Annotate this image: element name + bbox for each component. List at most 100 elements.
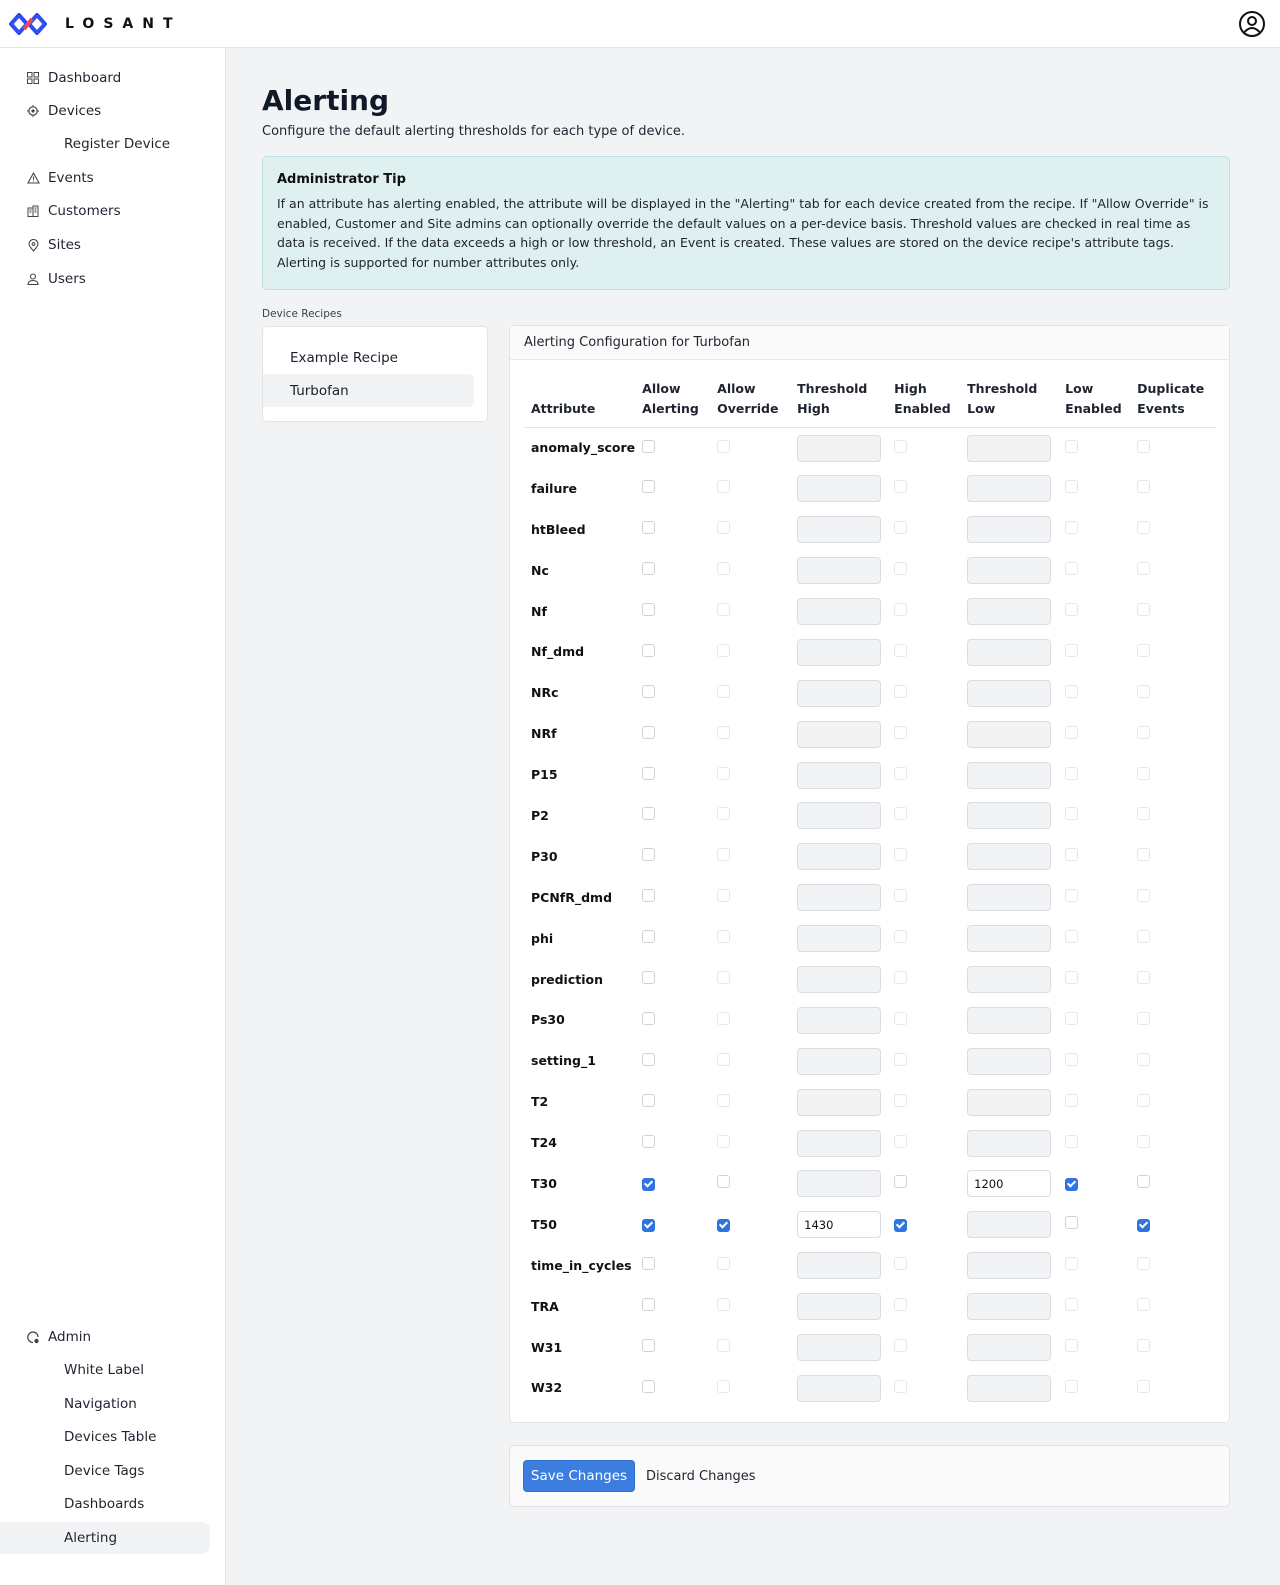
sidebar-item-dashboards[interactable]: Dashboards: [0, 1488, 210, 1520]
sidebar-item-devices-table[interactable]: Devices Table: [0, 1421, 210, 1453]
low-enabled-checkbox[interactable]: [1065, 603, 1079, 616]
allow-alerting-checkbox[interactable]: [642, 807, 656, 821]
threshold-high-input[interactable]: [797, 1047, 882, 1075]
allow-alerting-checkbox[interactable]: [642, 603, 656, 616]
allow-alerting-checkbox[interactable]: [642, 1257, 656, 1271]
duplicate-events-checkbox[interactable]: [1137, 725, 1151, 739]
allow-alerting-checkbox[interactable]: [642, 848, 656, 862]
threshold-high-input[interactable]: [797, 557, 882, 585]
threshold-low-input[interactable]: [967, 1129, 1052, 1157]
low-enabled-checkbox[interactable]: [1065, 1216, 1079, 1230]
high-enabled-checkbox[interactable]: [894, 930, 908, 944]
threshold-low-input[interactable]: [967, 475, 1052, 503]
allow-alerting-checkbox[interactable]: [642, 766, 656, 780]
low-enabled-checkbox[interactable]: [1065, 848, 1079, 862]
allow-override-checkbox[interactable]: [717, 521, 731, 535]
allow-override-checkbox[interactable]: [717, 971, 731, 985]
threshold-low-input[interactable]: [967, 1047, 1052, 1075]
allow-alerting-checkbox[interactable]: [642, 930, 656, 944]
allow-override-checkbox[interactable]: [717, 1379, 731, 1393]
allow-override-checkbox[interactable]: [717, 889, 731, 903]
duplicate-events-checkbox[interactable]: [1137, 848, 1151, 862]
duplicate-events-checkbox[interactable]: [1137, 1093, 1151, 1107]
allow-override-checkbox[interactable]: [717, 1134, 731, 1148]
threshold-low-input[interactable]: [967, 720, 1052, 748]
threshold-high-input[interactable]: [797, 1129, 882, 1157]
high-enabled-checkbox[interactable]: [894, 562, 908, 576]
threshold-low-input[interactable]: [967, 966, 1052, 994]
high-enabled-checkbox[interactable]: [894, 1052, 908, 1066]
low-enabled-checkbox[interactable]: [1065, 562, 1079, 576]
discard-changes-button[interactable]: Discard Changes: [646, 1460, 756, 1492]
threshold-low-input[interactable]: [967, 1374, 1052, 1402]
threshold-high-input[interactable]: [797, 720, 882, 748]
threshold-high-input[interactable]: [797, 434, 882, 462]
low-enabled-checkbox[interactable]: [1065, 1339, 1079, 1353]
low-enabled-checkbox[interactable]: [1065, 521, 1079, 535]
allow-alerting-checkbox[interactable]: [642, 480, 656, 494]
allow-override-checkbox[interactable]: [717, 1011, 731, 1025]
duplicate-events-checkbox[interactable]: [1137, 971, 1151, 985]
high-enabled-checkbox[interactable]: [894, 480, 908, 494]
low-enabled-checkbox[interactable]: [1065, 1298, 1079, 1312]
allow-override-checkbox[interactable]: [717, 562, 731, 576]
low-enabled-checkbox[interactable]: [1065, 1052, 1079, 1066]
low-enabled-checkbox[interactable]: [1065, 1093, 1079, 1107]
sidebar-item-navigation[interactable]: Navigation: [0, 1388, 210, 1420]
allow-alerting-checkbox[interactable]: [642, 521, 656, 535]
threshold-high-input[interactable]: [797, 1211, 882, 1239]
high-enabled-checkbox[interactable]: [894, 971, 908, 985]
low-enabled-checkbox[interactable]: [1065, 1011, 1079, 1025]
duplicate-events-checkbox[interactable]: [1137, 1339, 1151, 1353]
allow-override-checkbox[interactable]: [717, 603, 731, 616]
high-enabled-checkbox[interactable]: [894, 439, 908, 453]
low-enabled-checkbox[interactable]: [1065, 480, 1079, 494]
high-enabled-checkbox[interactable]: [894, 1298, 908, 1312]
allow-override-checkbox[interactable]: [717, 1218, 731, 1232]
duplicate-events-checkbox[interactable]: [1137, 1134, 1151, 1148]
threshold-low-input[interactable]: [967, 679, 1052, 707]
allow-override-checkbox[interactable]: [717, 1175, 731, 1189]
threshold-high-input[interactable]: [797, 761, 882, 789]
threshold-low-input[interactable]: [967, 1252, 1052, 1280]
allow-override-checkbox[interactable]: [717, 766, 731, 780]
duplicate-events-checkbox[interactable]: [1137, 889, 1151, 903]
low-enabled-checkbox[interactable]: [1065, 930, 1079, 944]
low-enabled-checkbox[interactable]: [1065, 725, 1079, 739]
sidebar-item-sites[interactable]: Sites: [0, 229, 210, 261]
threshold-high-input[interactable]: [797, 598, 882, 625]
allow-alerting-checkbox[interactable]: [642, 1177, 656, 1191]
allow-override-checkbox[interactable]: [717, 930, 731, 944]
recipe-item-turbofan[interactable]: Turbofan: [263, 374, 474, 407]
low-enabled-checkbox[interactable]: [1065, 643, 1079, 657]
sidebar-item-alerting[interactable]: Alerting: [0, 1522, 210, 1554]
duplicate-events-checkbox[interactable]: [1137, 603, 1151, 616]
high-enabled-checkbox[interactable]: [894, 1339, 908, 1353]
allow-override-checkbox[interactable]: [717, 725, 731, 739]
allow-override-checkbox[interactable]: [717, 1093, 731, 1107]
threshold-low-input[interactable]: [967, 598, 1052, 625]
threshold-low-input[interactable]: [967, 516, 1052, 544]
allow-alerting-checkbox[interactable]: [642, 643, 656, 657]
threshold-high-input[interactable]: [797, 475, 882, 503]
duplicate-events-checkbox[interactable]: [1137, 766, 1151, 780]
threshold-low-input[interactable]: [967, 1006, 1052, 1034]
recipe-item-example-recipe[interactable]: Example Recipe: [263, 341, 474, 374]
high-enabled-checkbox[interactable]: [894, 521, 908, 535]
high-enabled-checkbox[interactable]: [894, 603, 908, 616]
threshold-high-input[interactable]: [797, 966, 882, 994]
high-enabled-checkbox[interactable]: [894, 1218, 908, 1232]
duplicate-events-checkbox[interactable]: [1137, 1218, 1151, 1232]
allow-override-checkbox[interactable]: [717, 684, 731, 698]
threshold-low-input[interactable]: [967, 1088, 1052, 1116]
low-enabled-checkbox[interactable]: [1065, 1379, 1079, 1393]
threshold-high-input[interactable]: [797, 1088, 882, 1116]
threshold-high-input[interactable]: [797, 638, 882, 666]
sidebar-item-users[interactable]: Users: [0, 263, 210, 295]
high-enabled-checkbox[interactable]: [894, 725, 908, 739]
sidebar-item-events[interactable]: Events: [0, 162, 210, 194]
high-enabled-checkbox[interactable]: [894, 889, 908, 903]
allow-alerting-checkbox[interactable]: [642, 1298, 656, 1312]
threshold-low-input[interactable]: [967, 434, 1052, 462]
threshold-high-input[interactable]: [797, 516, 882, 544]
